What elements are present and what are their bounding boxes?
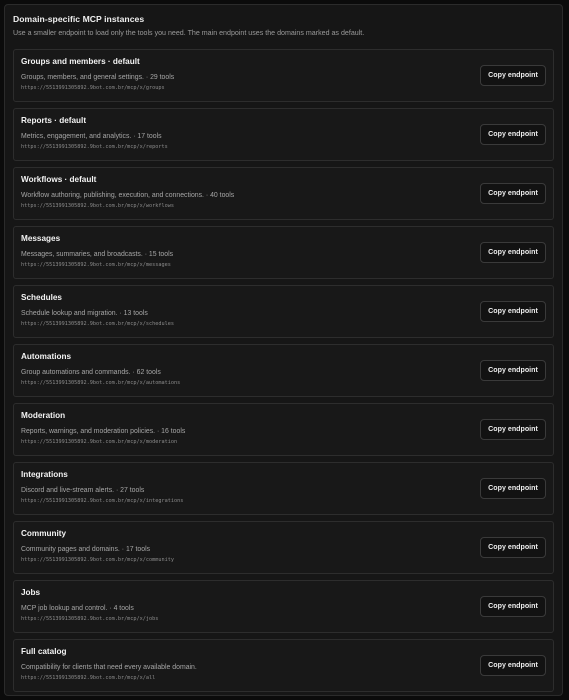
- instance-title: Messages: [21, 234, 61, 243]
- instance-title: Moderation: [21, 411, 66, 420]
- instance-description: Community pages and domains. · 17 tools: [21, 546, 151, 553]
- instance-url: https://5513991305892.9bot.com.br/mcp/x/…: [21, 439, 178, 445]
- instance-description: MCP job lookup and control. · 4 tools: [21, 605, 134, 612]
- instance-card-reports: Reports · default Metrics, engagement, a…: [13, 108, 554, 161]
- copy-endpoint-button[interactable]: Copy endpoint: [480, 537, 546, 558]
- copy-endpoint-button[interactable]: Copy endpoint: [480, 478, 546, 499]
- panel-subtitle: Use a smaller endpoint to load only the …: [13, 29, 365, 37]
- mcp-instances-panel: Domain-specific MCP instances Use a smal…: [4, 4, 563, 696]
- instance-description: Messages, summaries, and broadcasts. · 1…: [21, 251, 174, 258]
- instance-card-integrations: Integrations Discord and live-stream ale…: [13, 462, 554, 515]
- instance-url: https://5513991305892.9bot.com.br/mcp/x/…: [21, 85, 165, 91]
- copy-endpoint-button[interactable]: Copy endpoint: [480, 183, 546, 204]
- copy-endpoint-button[interactable]: Copy endpoint: [480, 124, 546, 145]
- instance-description: Group automations and commands. · 62 too…: [21, 369, 161, 376]
- instance-card-messages: Messages Messages, summaries, and broadc…: [13, 226, 554, 279]
- instance-list: Groups and members · default Groups, mem…: [13, 49, 554, 698]
- instance-url: https://5513991305892.9bot.com.br/mcp/x/…: [21, 203, 175, 209]
- instance-card-full-catalog: Full catalog Compatibility for clients t…: [13, 639, 554, 692]
- instance-description: Reports, warnings, and moderation polici…: [21, 428, 186, 435]
- copy-endpoint-button[interactable]: Copy endpoint: [480, 655, 546, 676]
- instance-title: Groups and members · default: [21, 57, 140, 66]
- copy-endpoint-button[interactable]: Copy endpoint: [480, 419, 546, 440]
- instance-title: Integrations: [21, 470, 68, 479]
- instance-card-groups: Groups and members · default Groups, mem…: [13, 49, 554, 102]
- instance-description: Workflow authoring, publishing, executio…: [21, 192, 235, 199]
- instance-url: https://5513991305892.9bot.com.br/mcp/x/…: [21, 380, 181, 386]
- instance-description: Groups, members, and general settings. ·…: [21, 74, 175, 81]
- instance-title: Automations: [21, 352, 72, 361]
- instance-url: https://5513991305892.9bot.com.br/mcp/x/…: [21, 262, 171, 268]
- instance-title: Reports · default: [21, 116, 87, 125]
- panel-title: Domain-specific MCP instances: [13, 14, 145, 24]
- instance-url: https://5513991305892.9bot.com.br/mcp/x/…: [21, 616, 159, 622]
- copy-endpoint-button[interactable]: Copy endpoint: [480, 242, 546, 263]
- copy-endpoint-button[interactable]: Copy endpoint: [480, 596, 546, 617]
- instance-card-schedules: Schedules Schedule lookup and migration.…: [13, 285, 554, 338]
- instance-title: Community: [21, 529, 67, 538]
- instance-url: https://5513991305892.9bot.com.br/mcp/x/…: [21, 321, 175, 327]
- instance-card-jobs: Jobs MCP job lookup and control. · 4 too…: [13, 580, 554, 633]
- instance-description: Compatibility for clients that need ever…: [21, 664, 197, 671]
- instance-description: Schedule lookup and migration. · 13 tool…: [21, 310, 148, 317]
- copy-endpoint-button[interactable]: Copy endpoint: [480, 301, 546, 322]
- instance-url: https://5513991305892.9bot.com.br/mcp/x/…: [21, 675, 156, 681]
- instance-card-moderation: Moderation Reports, warnings, and modera…: [13, 403, 554, 456]
- instance-card-automations: Automations Group automations and comman…: [13, 344, 554, 397]
- instance-description: Discord and live-stream alerts. · 27 too…: [21, 487, 145, 494]
- instance-title: Workflows · default: [21, 175, 97, 184]
- instance-card-workflows: Workflows · default Workflow authoring, …: [13, 167, 554, 220]
- instance-url: https://5513991305892.9bot.com.br/mcp/x/…: [21, 557, 175, 563]
- instance-title: Full catalog: [21, 647, 67, 656]
- copy-endpoint-button[interactable]: Copy endpoint: [480, 360, 546, 381]
- instance-description: Metrics, engagement, and analytics. · 17…: [21, 133, 162, 140]
- panel-header: Domain-specific MCP instances Use a smal…: [13, 14, 554, 38]
- instance-url: https://5513991305892.9bot.com.br/mcp/x/…: [21, 144, 168, 150]
- instance-title: Jobs: [21, 588, 41, 597]
- instance-card-community: Community Community pages and domains. ·…: [13, 521, 554, 574]
- copy-endpoint-button[interactable]: Copy endpoint: [480, 65, 546, 86]
- instance-url: https://5513991305892.9bot.com.br/mcp/x/…: [21, 498, 184, 504]
- instance-title: Schedules: [21, 293, 62, 302]
